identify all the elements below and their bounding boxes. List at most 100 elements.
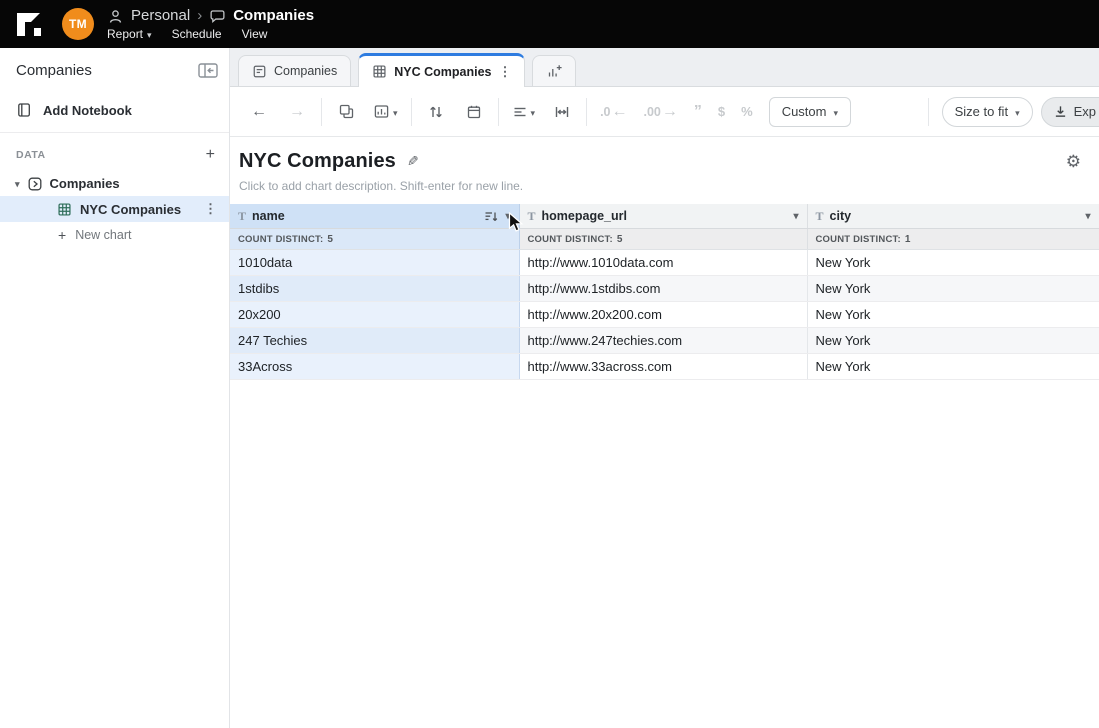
sort-applied-icon[interactable] <box>484 210 498 223</box>
header-row: name <box>230 204 1099 229</box>
table-grid-icon <box>372 64 387 79</box>
column-stat-name[interactable]: COUNT DISTINCT: 5 <box>230 229 519 250</box>
column-menu-icon[interactable] <box>793 211 798 222</box>
cell-homepage-url[interactable]: http://www.247techies.com <box>519 328 807 354</box>
undo-back-button[interactable] <box>248 101 270 123</box>
add-notebook-button[interactable]: Add Notebook <box>0 89 229 130</box>
percent-format-button[interactable] <box>741 104 753 119</box>
user-avatar[interactable]: TM <box>62 8 94 40</box>
cell-name[interactable]: 33Across <box>230 354 519 380</box>
sidebar-title: Companies <box>16 62 92 79</box>
gear-icon[interactable] <box>1066 152 1081 172</box>
cell-city[interactable]: New York <box>807 276 1099 302</box>
divider <box>321 98 322 126</box>
breadcrumb-item[interactable]: Companies <box>233 7 314 25</box>
export-button[interactable]: Exp <box>1041 97 1099 127</box>
decimal-increase-button[interactable] <box>644 103 678 121</box>
cell-city[interactable]: New York <box>807 354 1099 380</box>
stat-label: COUNT DISTINCT: <box>528 234 613 245</box>
menu-view[interactable]: View <box>242 27 268 41</box>
sidebar-item-label: NYC Companies <box>80 202 181 217</box>
chevron-down-icon[interactable] <box>15 179 20 189</box>
tab-kebab-menu-icon[interactable] <box>498 64 511 80</box>
text-type-icon <box>528 209 536 224</box>
stat-label: COUNT DISTINCT: <box>816 234 901 245</box>
sidebar-header: Companies <box>0 48 229 89</box>
tab-label: NYC Companies <box>394 65 491 79</box>
divider <box>928 98 929 126</box>
arrow-left-icon <box>612 103 628 121</box>
add-data-button[interactable] <box>206 147 215 163</box>
add-chart-icon <box>546 63 563 80</box>
sidebar-item-new-chart[interactable]: New chart <box>0 222 229 247</box>
cell-city[interactable]: New York <box>807 328 1099 354</box>
dataset-folder-icon <box>27 176 43 192</box>
cell-homepage-url[interactable]: http://www.1010data.com <box>519 250 807 276</box>
chat-bubble-icon <box>209 8 226 25</box>
decimal-decrease-button[interactable] <box>600 103 627 121</box>
kebab-menu-icon[interactable] <box>204 201 229 217</box>
size-to-fit-button[interactable]: Size to fit <box>942 97 1033 127</box>
page-title[interactable]: NYC Companies <box>239 150 396 173</box>
custom-format-button[interactable]: Custom <box>769 97 851 127</box>
tab-companies[interactable]: Companies <box>238 55 351 86</box>
visualization-menu-button[interactable] <box>373 103 398 121</box>
chevron-down-icon <box>833 104 838 119</box>
column-label: homepage_url <box>542 209 627 223</box>
menu-report[interactable]: Report <box>107 27 152 41</box>
column-menu-icon[interactable] <box>1085 211 1090 222</box>
table-row: 247 Techies http://www.247techies.com Ne… <box>230 328 1099 354</box>
column-stat-homepage-url[interactable]: COUNT DISTINCT: 5 <box>519 229 807 250</box>
cell-name[interactable]: 20x200 <box>230 302 519 328</box>
decimal-decrease-icon <box>600 105 610 119</box>
sidebar-item-nyc-companies[interactable]: NYC Companies <box>0 196 229 222</box>
menu-schedule[interactable]: Schedule <box>172 27 222 41</box>
cell-city[interactable]: New York <box>807 250 1099 276</box>
cell-name[interactable]: 1stdibs <box>230 276 519 302</box>
cell-name[interactable]: 1010data <box>230 250 519 276</box>
column-header-name[interactable]: name <box>230 204 519 229</box>
stat-label: COUNT DISTINCT: <box>238 234 323 245</box>
calendar-icon[interactable] <box>463 101 485 123</box>
collapse-sidebar-icon[interactable] <box>197 62 219 79</box>
currency-format-button[interactable] <box>718 104 725 119</box>
column-header-city[interactable]: city <box>807 204 1099 229</box>
cell-homepage-url[interactable]: http://www.1stdibs.com <box>519 276 807 302</box>
column-stat-city[interactable]: COUNT DISTINCT: 1 <box>807 229 1099 250</box>
app-logo-icon[interactable] <box>14 9 44 39</box>
add-notebook-label: Add Notebook <box>43 103 132 118</box>
table-row: 1stdibs http://www.1stdibs.com New York <box>230 276 1099 302</box>
column-header-homepage-url[interactable]: homepage_url <box>519 204 807 229</box>
fit-width-icon[interactable] <box>551 101 573 123</box>
align-menu-button[interactable] <box>512 103 536 121</box>
stat-value: 5 <box>617 234 623 245</box>
table-grid-icon <box>57 202 72 217</box>
report-icon <box>252 64 267 79</box>
breadcrumb-workspace[interactable]: Personal <box>131 7 190 25</box>
cell-homepage-url[interactable]: http://www.20x200.com <box>519 302 807 328</box>
new-chart-tab-button[interactable] <box>532 55 576 86</box>
sidebar-item-companies[interactable]: Companies <box>0 171 229 196</box>
sort-icon[interactable] <box>425 101 447 123</box>
breadcrumb: Personal Companies <box>107 7 314 25</box>
divider <box>498 98 499 126</box>
cell-homepage-url[interactable]: http://www.33across.com <box>519 354 807 380</box>
chart-description-placeholder[interactable]: Click to add chart description. Shift-en… <box>230 173 1099 193</box>
chevron-down-icon <box>531 103 536 121</box>
menu-view-label: View <box>242 27 268 41</box>
quotes-format-button[interactable] <box>694 103 702 121</box>
cell-name[interactable]: 247 Techies <box>230 328 519 354</box>
main-area: Companies NYC Companies <box>230 48 1099 728</box>
sidebar-item-label: Companies <box>50 176 120 191</box>
cell-city[interactable]: New York <box>807 302 1099 328</box>
stat-row: COUNT DISTINCT: 5 COUNT DISTINCT: 5 COUN… <box>230 229 1099 250</box>
redo-forward-button[interactable] <box>286 101 308 123</box>
column-menu-icon[interactable] <box>505 211 510 222</box>
divider <box>411 98 412 126</box>
edit-title-icon[interactable] <box>407 153 419 170</box>
tab-nyc-companies[interactable]: NYC Companies <box>358 53 525 87</box>
text-type-icon <box>816 209 824 224</box>
duplicate-icon[interactable] <box>335 101 357 123</box>
column-label: city <box>830 209 852 223</box>
table-row: 20x200 http://www.20x200.com New York <box>230 302 1099 328</box>
